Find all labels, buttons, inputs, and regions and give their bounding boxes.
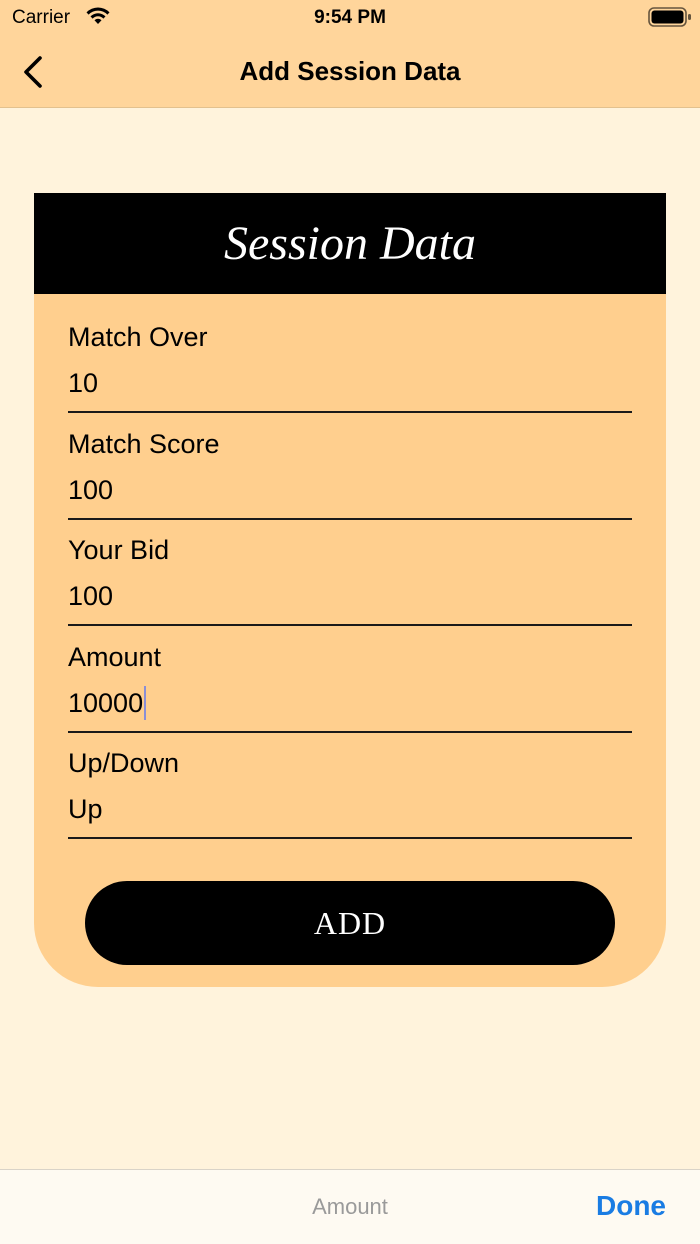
your-bid-field: Your Bid 100 bbox=[68, 534, 632, 626]
screen: Carrier 9:54 PM Add Session Data Session… bbox=[0, 0, 700, 1244]
navigation-bar: Add Session Data bbox=[0, 36, 700, 108]
session-data-card: Session Data Match Over 10 Match Score 1… bbox=[34, 193, 666, 987]
page-title: Add Session Data bbox=[239, 56, 461, 86]
done-button[interactable]: Done bbox=[596, 1190, 666, 1222]
toolbar-title: Amount bbox=[312, 1194, 388, 1219]
status-bar: Carrier 9:54 PM bbox=[0, 0, 700, 36]
your-bid-input[interactable]: 100 bbox=[68, 578, 632, 626]
up-down-value: Up bbox=[68, 794, 103, 824]
match-score-label: Match Score bbox=[68, 429, 220, 459]
amount-label: Amount bbox=[68, 642, 162, 672]
status-time: 9:54 PM bbox=[314, 7, 386, 28]
your-bid-value: 100 bbox=[68, 581, 114, 611]
card-title: Session Data bbox=[224, 217, 476, 270]
match-score-value: 100 bbox=[68, 475, 114, 505]
match-score-field: Match Score 100 bbox=[68, 428, 632, 520]
match-over-value: 10 bbox=[68, 368, 99, 398]
amount-value: 10000 bbox=[68, 688, 144, 718]
up-down-input[interactable]: Up bbox=[68, 791, 632, 839]
card-header: Session Data bbox=[34, 193, 666, 294]
match-over-input[interactable]: 10 bbox=[68, 365, 632, 413]
up-down-label: Up/Down bbox=[68, 748, 180, 778]
add-button-label: ADD bbox=[313, 904, 387, 941]
match-score-input[interactable]: 100 bbox=[68, 472, 632, 520]
your-bid-label: Your Bid bbox=[68, 535, 170, 565]
up-down-field: Up/Down Up bbox=[68, 747, 632, 839]
amount-field: Amount 10000 bbox=[68, 641, 632, 733]
match-over-label: Match Over bbox=[68, 322, 208, 352]
keyboard-toolbar: Amount Done bbox=[0, 1169, 700, 1244]
amount-input[interactable]: 10000 bbox=[68, 685, 632, 733]
match-over-field: Match Over 10 bbox=[68, 321, 632, 413]
text-caret bbox=[144, 685, 147, 720]
battery-icon bbox=[648, 7, 692, 27]
add-button[interactable]: ADD bbox=[85, 881, 615, 965]
